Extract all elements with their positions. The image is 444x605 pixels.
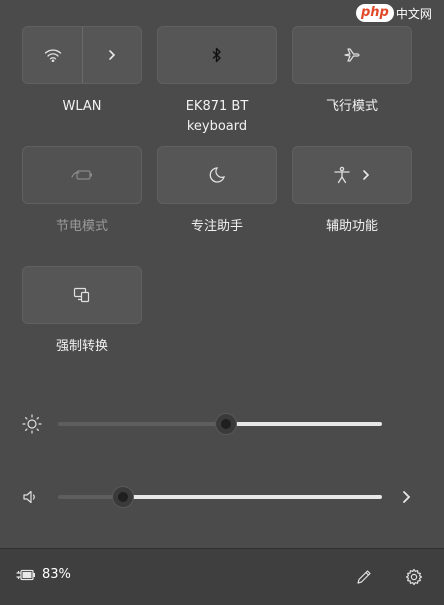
wlan-tile — [22, 26, 142, 84]
bluetooth-tile[interactable] — [157, 26, 277, 84]
volume-slider-thumb[interactable] — [111, 486, 134, 508]
watermark-text: 中文网 — [395, 6, 432, 21]
bluetooth-icon — [212, 47, 222, 63]
watermark-logo: php — [356, 4, 394, 22]
volume-output-chevron-icon[interactable] — [400, 490, 412, 504]
brightness-track-fill — [226, 422, 382, 426]
airplane-mode-label: 飞行模式 — [325, 99, 378, 114]
airplane-mode-tile[interactable] — [292, 26, 412, 84]
settings-button[interactable] — [402, 565, 426, 589]
battery-charging-icon — [16, 568, 36, 582]
bluetooth-label-line1: EK871 BT — [185, 99, 249, 114]
accessibility-label: 辅助功能 — [325, 219, 378, 234]
battery-saver-label: 节电模式 — [55, 219, 108, 234]
brightness-slider-row — [0, 409, 444, 439]
brightness-slider-thumb[interactable] — [215, 413, 238, 435]
quick-settings-footer: 83% — [0, 548, 444, 605]
brightness-icon — [22, 414, 42, 434]
speaker-icon[interactable] — [22, 489, 38, 505]
airplane-icon — [343, 46, 361, 64]
volume-track-fill — [122, 495, 382, 499]
pencil-icon — [355, 568, 373, 586]
battery-saver-icon — [71, 168, 93, 182]
battery-status[interactable]: 83% — [16, 567, 71, 582]
wlan-expand-button[interactable] — [83, 27, 141, 83]
wlan-label: WLAN — [62, 99, 102, 114]
watermark: php 中文网 — [356, 2, 440, 24]
bluetooth-label-line2: keyboard — [186, 119, 248, 134]
chevron-right-icon — [361, 169, 371, 181]
cast-label: 强制转换 — [55, 339, 108, 354]
wlan-toggle-button[interactable] — [23, 27, 82, 83]
accessibility-tile[interactable] — [292, 146, 412, 204]
moon-icon — [208, 166, 226, 184]
bluetooth-label: EK871 BT keyboard — [157, 97, 277, 137]
focus-assist-label: 专注助手 — [190, 219, 243, 234]
project-screen-icon — [73, 287, 91, 303]
volume-slider-row — [0, 482, 444, 512]
focus-assist-tile[interactable] — [157, 146, 277, 204]
accessibility-icon — [333, 166, 351, 184]
battery-saver-tile[interactable] — [22, 146, 142, 204]
chevron-right-icon — [107, 49, 117, 61]
battery-percent: 83% — [42, 567, 71, 582]
quick-settings-panel: php 中文网 WLAN EK871 BT keyboard 飞行模式 节电模式… — [0, 0, 444, 548]
wifi-icon — [44, 48, 62, 62]
gear-icon — [405, 568, 423, 586]
cast-tile[interactable] — [22, 266, 142, 324]
edit-button[interactable] — [352, 565, 376, 589]
